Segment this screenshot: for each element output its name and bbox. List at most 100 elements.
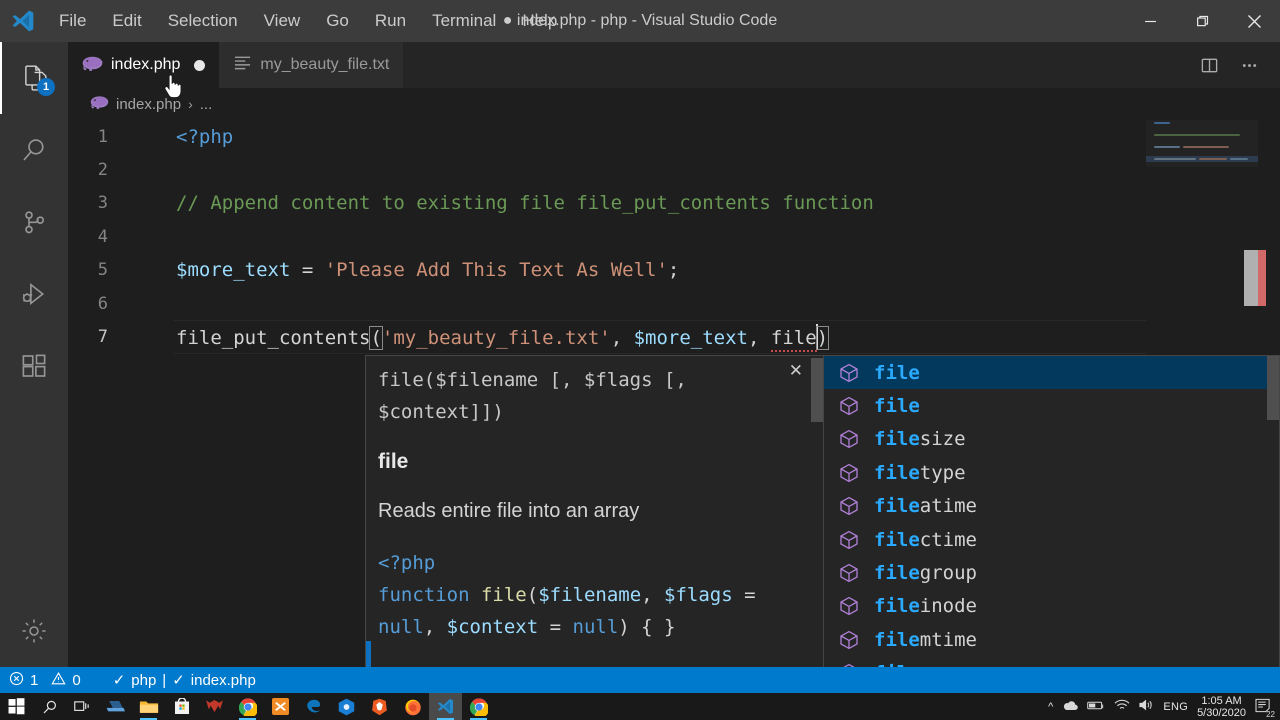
code-line[interactable]: 4 bbox=[68, 220, 1280, 253]
line-number: 2 bbox=[97, 160, 108, 181]
suggestion-item[interactable]: filemtime bbox=[824, 623, 1279, 656]
suggestion-item[interactable]: filetype bbox=[824, 456, 1279, 489]
breadcrumb[interactable]: index.php › ... bbox=[68, 88, 1280, 120]
sidebar-item-extensions[interactable] bbox=[0, 330, 68, 402]
menu-edit[interactable]: Edit bbox=[99, 0, 154, 42]
breadcrumb-tail[interactable]: ... bbox=[200, 96, 213, 113]
activity-bar: 1 bbox=[0, 42, 68, 667]
menu-terminal[interactable]: Terminal bbox=[419, 0, 509, 42]
battery-icon[interactable] bbox=[1087, 700, 1105, 714]
code-line[interactable]: 5 $more_text = 'Please Add This Text As … bbox=[68, 254, 1280, 287]
microsoft-store-icon[interactable] bbox=[165, 693, 198, 720]
minimize-button[interactable] bbox=[1124, 0, 1176, 42]
brave-icon[interactable] bbox=[363, 693, 396, 720]
sidebar-item-search[interactable] bbox=[0, 114, 68, 186]
notifications-icon[interactable]: 22 bbox=[1255, 698, 1275, 719]
chrome-icon[interactable] bbox=[231, 693, 264, 720]
suggestion-item[interactable]: file bbox=[824, 389, 1279, 422]
suggestion-label: filemtime bbox=[874, 628, 977, 651]
suggestion-item[interactable]: fileatime bbox=[824, 490, 1279, 523]
predator-sense-icon[interactable] bbox=[198, 693, 231, 720]
status-intelephense[interactable]: ✓ php | ✓ index.php bbox=[104, 667, 265, 693]
vscode-window: File Edit Selection View Go Run Terminal… bbox=[0, 0, 1280, 720]
gear-icon[interactable] bbox=[0, 595, 68, 667]
warning-count: 0 bbox=[72, 671, 81, 689]
file-explorer-icon[interactable] bbox=[132, 693, 165, 720]
code-line-current[interactable]: 7 file_put_contents('my_beauty_file.txt'… bbox=[68, 320, 1280, 355]
suggestion-label: filectime bbox=[874, 528, 977, 551]
suggestion-label: file bbox=[874, 361, 920, 384]
xampp-icon[interactable] bbox=[264, 693, 297, 720]
close-icon[interactable]: ✕ bbox=[789, 362, 803, 379]
php-file-icon bbox=[82, 55, 103, 76]
menu-file[interactable]: File bbox=[46, 0, 99, 42]
text-file-icon bbox=[233, 54, 252, 76]
vscode-logo-icon bbox=[0, 0, 46, 42]
status-file: index.php bbox=[190, 671, 256, 689]
windows-taskbar: ^ ENG 1:05 AM 5/30/2020 22 bbox=[0, 693, 1280, 720]
more-actions-icon[interactable] bbox=[1232, 48, 1266, 82]
suggestion-item[interactable]: fileinode bbox=[824, 590, 1279, 623]
close-button[interactable] bbox=[1228, 0, 1280, 42]
menu-go[interactable]: Go bbox=[313, 0, 362, 42]
tab-dirty-indicator[interactable] bbox=[194, 59, 206, 71]
status-problems[interactable]: 1 0 bbox=[0, 667, 90, 693]
vscode-icon[interactable] bbox=[429, 693, 462, 720]
explorer-badge: 1 bbox=[37, 78, 55, 96]
suggestion-item[interactable]: filectime bbox=[824, 523, 1279, 556]
docs-vertical-scrollbar[interactable] bbox=[811, 358, 823, 422]
suggestion-label: fileatime bbox=[874, 495, 977, 518]
breadcrumb-file[interactable]: index.php bbox=[116, 96, 181, 113]
line-number: 1 bbox=[97, 126, 108, 147]
menu-selection[interactable]: Selection bbox=[155, 0, 251, 42]
maximize-restore-button[interactable] bbox=[1176, 0, 1228, 42]
tray-chevron-up-icon[interactable]: ^ bbox=[1048, 701, 1053, 713]
doc-description: Reads entire file into an array bbox=[378, 500, 640, 522]
blue-hexagon-icon[interactable] bbox=[330, 693, 363, 720]
menu-help[interactable]: Help bbox=[509, 0, 570, 42]
line-number: 6 bbox=[97, 293, 108, 314]
tab-index-php[interactable]: index.php bbox=[68, 42, 220, 88]
tray-clock[interactable]: 1:05 AM 5/30/2020 bbox=[1197, 695, 1246, 719]
menu-view[interactable]: View bbox=[251, 0, 314, 42]
parameter-hints-panel[interactable]: file($filename [, $flags [, $context]]) … bbox=[365, 355, 824, 685]
line-content: <?php bbox=[176, 125, 234, 148]
task-view-icon[interactable] bbox=[66, 693, 99, 720]
function-symbol-icon bbox=[838, 595, 860, 617]
menu-run[interactable]: Run bbox=[362, 0, 419, 42]
line-content: $more_text = 'Please Add This Text As We… bbox=[176, 259, 680, 282]
menu-bar[interactable]: File Edit Selection View Go Run Terminal… bbox=[46, 0, 570, 42]
file-explorer-pin-icon[interactable] bbox=[99, 693, 132, 720]
split-editor-right-icon[interactable] bbox=[1192, 48, 1226, 82]
suggestion-label: file bbox=[874, 395, 920, 418]
sidebar-item-explorer[interactable]: 1 bbox=[0, 42, 68, 114]
error-squiggle-token: file bbox=[770, 327, 817, 353]
tray-language[interactable]: ENG bbox=[1163, 701, 1188, 713]
code-line[interactable]: 6 bbox=[68, 287, 1280, 320]
onedrive-icon[interactable] bbox=[1062, 700, 1079, 714]
chrome-icon-2[interactable] bbox=[462, 693, 495, 720]
suggestion-item[interactable]: filesize bbox=[824, 423, 1279, 456]
suggestion-list[interactable]: file file filesize filetype fileatime fi… bbox=[824, 355, 1280, 698]
start-icon[interactable] bbox=[0, 693, 33, 720]
chevron-right-icon: › bbox=[188, 96, 193, 112]
wifi-icon[interactable] bbox=[1114, 699, 1130, 714]
overview-ruler-decoration bbox=[1244, 250, 1258, 306]
edge-icon[interactable] bbox=[297, 693, 330, 720]
search-icon[interactable] bbox=[33, 693, 66, 720]
suggestion-scrollbar[interactable] bbox=[1267, 356, 1279, 420]
overview-ruler-error-marker bbox=[1258, 250, 1266, 306]
code-line[interactable]: 1 <?php bbox=[68, 120, 1280, 153]
code-line[interactable]: 3 // Append content to existing file fil… bbox=[68, 187, 1280, 220]
suggestion-item[interactable]: filegroup bbox=[824, 556, 1279, 589]
doc-code-sample: <?php function file($filename, $flags = n… bbox=[378, 552, 767, 638]
code-line[interactable]: 2 bbox=[68, 153, 1280, 186]
sidebar-item-run-and-debug[interactable] bbox=[0, 258, 68, 330]
suggestion-item[interactable]: file bbox=[824, 356, 1279, 390]
speaker-icon[interactable] bbox=[1139, 699, 1154, 714]
matching-bracket: ( bbox=[369, 326, 383, 351]
firefox-icon[interactable] bbox=[396, 693, 429, 720]
sidebar-item-source-control[interactable] bbox=[0, 186, 68, 258]
tab-my-beauty-file-txt[interactable]: my_beauty_file.txt bbox=[219, 42, 404, 88]
minimap-slider[interactable] bbox=[1146, 120, 1258, 167]
